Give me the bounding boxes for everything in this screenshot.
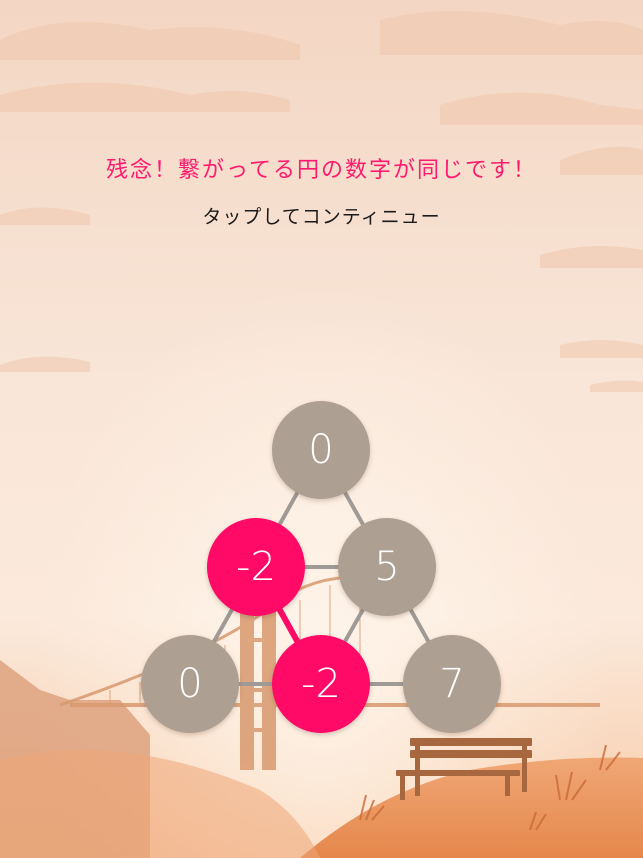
number-circle[interactable]: 7 [403, 635, 501, 733]
puzzle-board: 0 -2 5 0 -2 7 [0, 0, 643, 858]
number-circle[interactable]: 5 [338, 518, 436, 616]
conflict-number-circle[interactable]: -2 [272, 635, 370, 733]
conflict-number-circle[interactable]: -2 [207, 518, 305, 616]
number-circle[interactable]: 0 [141, 635, 239, 733]
number-circle[interactable]: 0 [272, 401, 370, 499]
